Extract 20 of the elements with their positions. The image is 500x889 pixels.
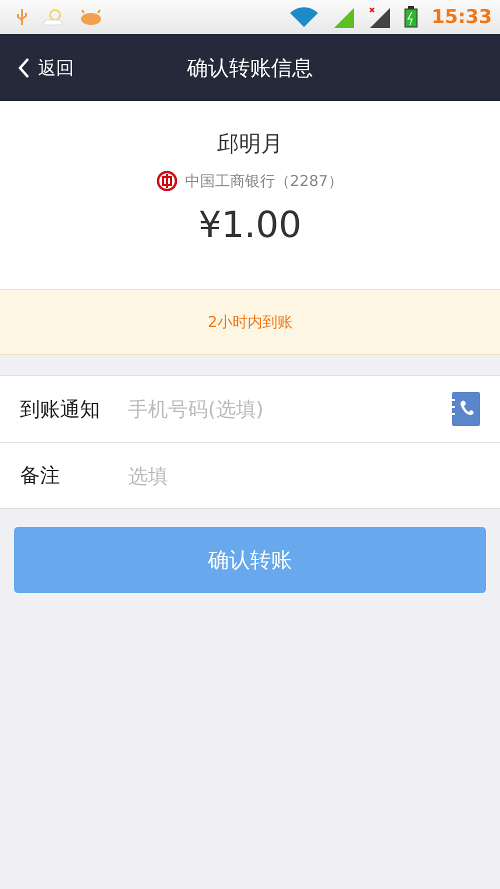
contacts-icon[interactable] [450,392,480,426]
chevron-left-icon [18,56,30,78]
transfer-amount: ¥1.00 [198,205,302,246]
field-label: 备注 [20,462,61,489]
input-field[interactable]: 选填 [126,462,480,488]
recipient-name: 邱明月 [217,131,283,159]
page-title: 确认转账信息 [187,54,313,82]
signal-icon [368,6,390,28]
wifi-icon [290,7,318,27]
android-icon [80,9,102,25]
field-label: 到账通知 [20,396,101,422]
back-button[interactable]: 返回 [0,56,74,80]
arrival-notice: 2小时内到账 [0,289,500,355]
clock-time: 15:33 [432,6,492,28]
bank-logo-icon [156,171,177,191]
battery-icon [404,6,418,28]
usb-icon [16,8,28,26]
input-field[interactable]: 手机号码(选填) [126,396,450,422]
signal-icon [332,6,354,28]
bank-account: 中国工商银行（2287） [184,172,344,190]
